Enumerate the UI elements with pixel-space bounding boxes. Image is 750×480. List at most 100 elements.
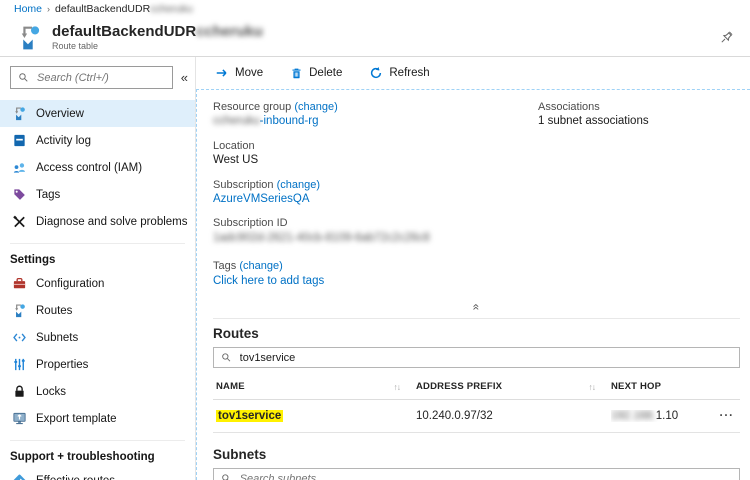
resource-group-link[interactable]: ccheruku-inbound-rg — [213, 115, 319, 127]
move-arrow-icon — [215, 66, 229, 80]
page-title-block: defaultBackendUDRccheruku Route table — [52, 23, 263, 50]
refresh-button[interactable]: Refresh — [369, 66, 429, 80]
trash-icon — [290, 67, 303, 80]
lock-icon — [12, 384, 27, 399]
subscription-field: Subscription (change) AzureVMSeriesQA — [213, 178, 538, 208]
route-row-menu-icon[interactable]: ··· — [706, 410, 740, 422]
resource-group-change-link[interactable]: (change) — [294, 101, 337, 113]
sidebar-item-label: Access control (IAM) — [36, 162, 142, 174]
breadcrumb: Home › defaultBackendUDRccheruku — [0, 0, 750, 18]
sidebar-item-activity-log[interactable]: Activity log — [0, 127, 195, 154]
routes-section-title: Routes — [213, 326, 740, 341]
resource-group-masked: ccheruku — [213, 115, 260, 127]
sidebar-item-label: Tags — [36, 189, 60, 201]
subnets-search-input[interactable] — [238, 472, 732, 480]
sidebar-item-configuration[interactable]: Configuration — [0, 270, 195, 297]
route-name[interactable]: tov1service — [216, 410, 283, 422]
sidebar-item-label: Activity log — [36, 135, 91, 147]
sidebar-section-settings: Settings — [10, 243, 185, 266]
tags-change-link[interactable]: (change) — [239, 260, 282, 272]
breadcrumb-current-masked: ccheruku — [150, 3, 193, 15]
resource-group-field: Resource group (change) ccheruku-inbound… — [213, 100, 538, 130]
tag-icon — [12, 187, 27, 202]
subscription-id-field: Subscription ID 1adc902d-2621-40cb-8109-… — [213, 216, 538, 246]
sidebar-search-box — [10, 66, 173, 89]
activity-log-icon — [12, 133, 27, 148]
associations-value: 1 subnet associations — [538, 114, 740, 130]
sidebar-item-label: Overview — [36, 108, 84, 120]
sidebar-item-label: Export template — [36, 413, 117, 425]
associations-field: Associations 1 subnet associations — [538, 100, 740, 130]
sort-icon[interactable]: ↑↓ — [394, 382, 401, 392]
add-tags-link[interactable]: Click here to add tags — [213, 275, 324, 287]
sidebar-section-support: Support + troubleshooting — [10, 440, 185, 463]
toolbox-icon — [12, 276, 27, 291]
diagnose-icon — [12, 214, 27, 229]
subnets-icon — [12, 330, 27, 345]
essentials-divider — [213, 318, 740, 319]
route-table-icon — [12, 303, 27, 318]
routes-col-next-hop[interactable]: NEXT HOP — [611, 381, 661, 392]
subscription-id-masked: 1adc902d-2621-40cb-8109-6ab72c2c26c8 — [213, 232, 430, 244]
sidebar-item-tags[interactable]: Tags — [0, 181, 195, 208]
sidebar-item-overview[interactable]: Overview — [0, 100, 195, 127]
page-title-masked: ccheruku — [196, 23, 263, 40]
sidebar-item-label: Diagnose and solve problems — [36, 216, 188, 228]
pin-icon[interactable] — [719, 30, 734, 45]
tags-field: Tags (change) Click here to add tags — [213, 259, 538, 289]
essentials-left-column: Resource group (change) ccheruku-inbound… — [213, 100, 538, 298]
page-title: defaultBackendUDRccheruku — [52, 23, 263, 40]
essentials-right-column: Associations 1 subnet associations — [538, 100, 740, 298]
breadcrumb-home-link[interactable]: Home — [14, 3, 42, 15]
location-field: Location West US — [213, 139, 538, 169]
content-pane: Move Delete Refresh — [196, 57, 750, 480]
routes-filter-box — [213, 347, 740, 368]
main-layout: « Overview — [0, 57, 750, 480]
subscription-link[interactable]: AzureVMSeriesQA — [213, 193, 310, 205]
search-icon — [221, 473, 232, 480]
routes-col-address-prefix[interactable]: ADDRESS PREFIX — [416, 381, 502, 392]
sidebar-item-label: Effective routes — [36, 475, 115, 480]
collapse-essentials-icon[interactable]: « — [471, 304, 483, 311]
effective-routes-icon — [12, 473, 27, 480]
search-icon — [18, 72, 29, 83]
sidebar-item-effective-routes[interactable]: Effective routes — [0, 467, 195, 480]
sidebar-item-access-control[interactable]: Access control (IAM) — [0, 154, 195, 181]
sidebar-item-routes[interactable]: Routes — [0, 297, 195, 324]
page-subtitle: Route table — [52, 41, 263, 51]
route-table-icon — [16, 24, 43, 51]
page-header: defaultBackendUDRccheruku Route table — [0, 18, 750, 57]
command-bar: Move Delete Refresh — [196, 57, 750, 89]
routes-col-name[interactable]: NAME — [216, 381, 245, 392]
sidebar-item-label: Subnets — [36, 332, 78, 344]
sidebar-item-diagnose[interactable]: Diagnose and solve problems — [0, 208, 195, 235]
sidebar-search-row: « — [0, 66, 195, 89]
sidebar-item-label: Locks — [36, 386, 66, 398]
route-address-prefix: 10.240.0.97/32 — [416, 410, 611, 422]
sidebar-item-properties[interactable]: Properties — [0, 351, 195, 378]
sidebar-search-input[interactable] — [35, 71, 165, 85]
routes-table-header: NAME ↑↓ ADDRESS PREFIX ↑↓ NEXT HOP — [213, 374, 740, 400]
routes-filter-input[interactable] — [238, 351, 732, 365]
subnets-section-title: Subnets — [213, 447, 740, 462]
sidebar-item-label: Properties — [36, 359, 88, 371]
sidebar-nav: Overview Activity log — [0, 100, 195, 480]
sidebar-item-label: Routes — [36, 305, 72, 317]
refresh-icon — [369, 66, 383, 80]
sidebar-item-subnets[interactable]: Subnets — [0, 324, 195, 351]
breadcrumb-separator: › — [47, 4, 50, 14]
sort-icon[interactable]: ↑↓ — [589, 382, 596, 392]
route-row[interactable]: tov1service 10.240.0.97/32 192.168.1.10 … — [213, 400, 740, 433]
essentials: Resource group (change) ccheruku-inbound… — [213, 100, 740, 298]
search-icon — [221, 352, 232, 363]
collapse-essentials-row: « — [213, 300, 740, 314]
route-table-icon — [12, 106, 27, 121]
sidebar-collapse-icon[interactable]: « — [178, 70, 191, 85]
sidebar-item-locks[interactable]: Locks — [0, 378, 195, 405]
subnets-search-box — [213, 468, 740, 480]
delete-button[interactable]: Delete — [290, 67, 342, 80]
subscription-change-link[interactable]: (change) — [277, 179, 320, 191]
sidebar-item-export-template[interactable]: Export template — [0, 405, 195, 432]
move-button[interactable]: Move — [215, 66, 263, 80]
properties-icon — [12, 357, 27, 372]
